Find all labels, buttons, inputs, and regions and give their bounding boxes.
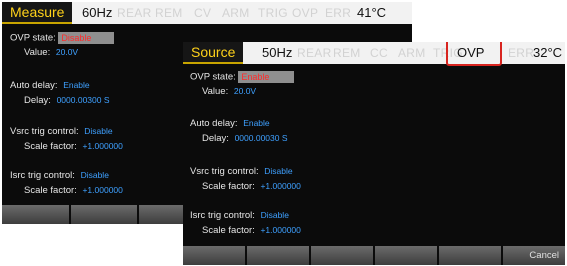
- vsrc-scale-label: Scale factor:: [202, 181, 255, 192]
- err-indicator: ERR: [325, 6, 352, 20]
- tab-source[interactable]: Source: [183, 42, 244, 64]
- auto-delay-value[interactable]: Enable: [243, 118, 269, 128]
- vsrc-trig-label: Vsrc trig control:: [10, 126, 79, 137]
- softkey-2[interactable]: [70, 205, 138, 224]
- auto-delay-label: Auto delay:: [10, 80, 58, 91]
- temperature-readout: 41°C: [357, 5, 387, 20]
- vsrc-scale-value[interactable]: +1.000000: [260, 181, 300, 191]
- softkey-2[interactable]: [247, 246, 309, 265]
- isrc-scale-row: Scale factor: +1.000000: [24, 185, 123, 196]
- ovp-state-label: OVP state:: [10, 32, 56, 44]
- isrc-trig-value[interactable]: Disable: [261, 210, 289, 220]
- temperature-readout: 32°C: [533, 45, 563, 60]
- isrc-trig-label: Isrc trig control:: [190, 210, 255, 221]
- tab-label: Measure: [10, 4, 65, 20]
- delay-value[interactable]: 0000.00300 S: [57, 95, 110, 105]
- isrc-scale-label: Scale factor:: [24, 185, 77, 196]
- rear-indicator: REAR: [117, 6, 152, 20]
- rem-indicator: REM: [155, 6, 183, 20]
- softkey-3[interactable]: [311, 246, 373, 265]
- arm-indicator: ARM: [222, 6, 250, 20]
- auto-delay-value[interactable]: Enable: [63, 80, 89, 90]
- ovp-value-value[interactable]: 20.0V: [56, 47, 78, 57]
- ovp-state-row: OVP state: Disable: [10, 32, 115, 44]
- vsrc-scale-value[interactable]: +1.000000: [82, 141, 122, 151]
- cancel-softkey[interactable]: Cancel: [503, 246, 565, 265]
- status-bar: Source 50Hz REAR REM CC ARM TRIG OVP ERR…: [183, 42, 565, 66]
- isrc-trig-row: Isrc trig control: Disable: [190, 210, 289, 221]
- vsrc-trig-value[interactable]: Disable: [264, 166, 292, 176]
- source-screen: Source 50Hz REAR REM CC ARM TRIG OVP ERR…: [183, 42, 565, 265]
- vsrc-trig-value[interactable]: Disable: [84, 126, 112, 136]
- vsrc-scale-row: Scale factor: +1.000000: [202, 181, 301, 192]
- delay-label: Delay:: [24, 95, 51, 106]
- frequency-indicator: 50Hz: [262, 45, 293, 60]
- tab-measure[interactable]: Measure: [2, 2, 73, 24]
- delay-row: Delay: 0000.00030 S: [202, 133, 288, 144]
- vsrc-trig-row: Vsrc trig control: Disable: [190, 166, 293, 177]
- status-bar: Measure 60Hz REAR REM CV ARM TRIG OVP ER…: [2, 2, 412, 24]
- ovp-state-value[interactable]: Enable: [238, 71, 295, 83]
- tab-label: Source: [191, 44, 236, 60]
- isrc-scale-value[interactable]: +1.000000: [260, 225, 300, 235]
- softkey-4[interactable]: [375, 246, 437, 265]
- auto-delay-row: Auto delay: Enable: [190, 118, 270, 129]
- vsrc-scale-row: Scale factor: +1.000000: [24, 141, 123, 152]
- cc-indicator: CC: [370, 46, 388, 60]
- softkey-1[interactable]: [2, 205, 69, 224]
- softkey-1[interactable]: [183, 246, 245, 265]
- isrc-scale-value[interactable]: +1.000000: [82, 185, 122, 195]
- softkey-bar: Cancel: [183, 245, 565, 265]
- delay-label: Delay:: [202, 133, 229, 144]
- err-indicator: ERR: [508, 46, 535, 60]
- ovp-state-value[interactable]: Disable: [58, 32, 115, 44]
- auto-delay-label: Auto delay:: [190, 118, 238, 129]
- ovp-value-label: Value:: [24, 47, 51, 58]
- cv-indicator: CV: [194, 6, 212, 20]
- isrc-trig-row: Isrc trig control: Disable: [10, 170, 109, 181]
- delay-value[interactable]: 0000.00030 S: [235, 133, 288, 143]
- ovp-indicator: OVP: [292, 6, 319, 20]
- arm-indicator: ARM: [398, 46, 426, 60]
- isrc-trig-value[interactable]: Disable: [81, 170, 109, 180]
- rem-indicator: REM: [333, 46, 361, 60]
- softkey-5[interactable]: [439, 246, 501, 265]
- ovp-value-row: Value: 20.0V: [202, 86, 256, 97]
- frequency-indicator: 60Hz: [82, 5, 113, 20]
- vsrc-scale-label: Scale factor:: [24, 141, 77, 152]
- isrc-scale-label: Scale factor:: [202, 225, 255, 236]
- ovp-value-row: Value: 20.0V: [24, 47, 78, 58]
- ovp-state-row: OVP state: Enable: [190, 71, 295, 83]
- trig-indicator: TRIG: [258, 6, 288, 20]
- vsrc-trig-label: Vsrc trig control:: [190, 166, 259, 177]
- isrc-trig-label: Isrc trig control:: [10, 170, 75, 181]
- rear-indicator: REAR: [297, 46, 332, 60]
- ovp-value-label: Value:: [202, 86, 229, 97]
- delay-row: Delay: 0000.00300 S: [24, 95, 110, 106]
- vsrc-trig-row: Vsrc trig control: Disable: [10, 126, 113, 137]
- ovp-value-value[interactable]: 20.0V: [234, 86, 256, 96]
- isrc-scale-row: Scale factor: +1.000000: [202, 225, 301, 236]
- auto-delay-row: Auto delay: Enable: [10, 80, 90, 91]
- ovp-indicator: OVP: [457, 45, 485, 60]
- ovp-state-label: OVP state:: [190, 71, 236, 83]
